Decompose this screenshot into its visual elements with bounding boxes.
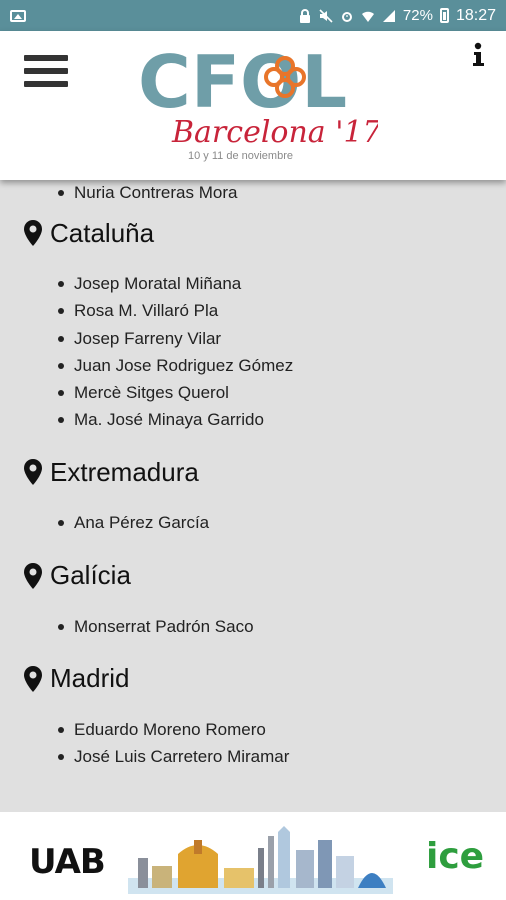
gallery-notification-icon bbox=[10, 9, 26, 22]
region-heading-madrid: Madrid bbox=[0, 652, 506, 706]
members-list: Nuria Contreras Mora Cataluña Josep Mora… bbox=[0, 180, 506, 812]
battery-icon bbox=[439, 8, 449, 23]
list-item: Josep Farreny Vilar bbox=[0, 325, 506, 352]
map-pin-icon bbox=[24, 665, 42, 692]
list-item: Nuria Contreras Mora bbox=[0, 180, 506, 206]
region-name: Galícia bbox=[50, 560, 131, 590]
uab-logo: UAB bbox=[29, 842, 106, 882]
region-members-galicia: Monserrat Padrón Saco bbox=[0, 613, 506, 640]
region-heading-cataluna: Cataluña bbox=[0, 206, 506, 260]
list-item: José Luis Carretero Miramar bbox=[0, 743, 506, 770]
sponsors-footer: UAB ice bbox=[0, 812, 506, 900]
map-pin-icon bbox=[24, 459, 42, 486]
list-item: Ana Pérez García bbox=[0, 509, 506, 536]
map-pin-icon bbox=[24, 220, 42, 247]
region-members-cataluna: Josep Moratal Miñana Rosa M. Villaró Pla… bbox=[0, 270, 506, 433]
app-header: CFOL Barcelona '17 10 y 11 de noviembre bbox=[0, 31, 506, 180]
map-pin-icon bbox=[24, 562, 42, 589]
cfol-barcelona-logo: CFOL Barcelona '17 10 y 11 de noviembre bbox=[138, 40, 378, 162]
mute-icon bbox=[319, 8, 333, 23]
region-heading-galicia: Galícia bbox=[0, 549, 506, 603]
barcelona-skyline-illustration bbox=[128, 826, 393, 894]
list-item: Josep Moratal Miñana bbox=[0, 270, 506, 297]
list-item: Eduardo Moreno Romero bbox=[0, 716, 506, 743]
list-item: Rosa M. Villaró Pla bbox=[0, 297, 506, 324]
logo-dates: 10 y 11 de noviembre bbox=[188, 150, 293, 162]
battery-percent: 72% bbox=[402, 7, 433, 24]
clock: 18:27 bbox=[455, 6, 496, 24]
region-name: Extremadura bbox=[50, 456, 199, 487]
list-item: Ma. José Minaya Garrido bbox=[0, 406, 506, 433]
logo-text: CFOL bbox=[138, 40, 347, 124]
ice-logo: ice bbox=[426, 836, 485, 877]
region-members-extremadura: Ana Pérez García bbox=[0, 509, 506, 536]
region-name: Madrid bbox=[50, 663, 130, 694]
region-name: Cataluña bbox=[50, 217, 155, 248]
list-item: Mercè Sitges Querol bbox=[0, 379, 506, 406]
orphan-list: Nuria Contreras Mora bbox=[0, 180, 506, 206]
region-heading-extremadura: Extremadura bbox=[0, 445, 506, 499]
list-item: Monserrat Padrón Saco bbox=[0, 613, 506, 640]
region-members-madrid: Eduardo Moreno Romero José Luis Carreter… bbox=[0, 716, 506, 770]
hamburger-menu-button[interactable] bbox=[24, 55, 68, 95]
info-icon bbox=[473, 42, 484, 66]
list-item: Juan Jose Rodriguez Gómez bbox=[0, 352, 506, 379]
status-bar: 72% 18:27 bbox=[0, 0, 506, 31]
logo-subtitle: Barcelona '17 bbox=[171, 115, 378, 150]
alarm-icon bbox=[340, 9, 354, 23]
info-button[interactable] bbox=[468, 41, 488, 69]
signal-icon bbox=[382, 9, 396, 23]
lock-icon bbox=[298, 8, 312, 23]
wifi-icon bbox=[361, 9, 375, 23]
